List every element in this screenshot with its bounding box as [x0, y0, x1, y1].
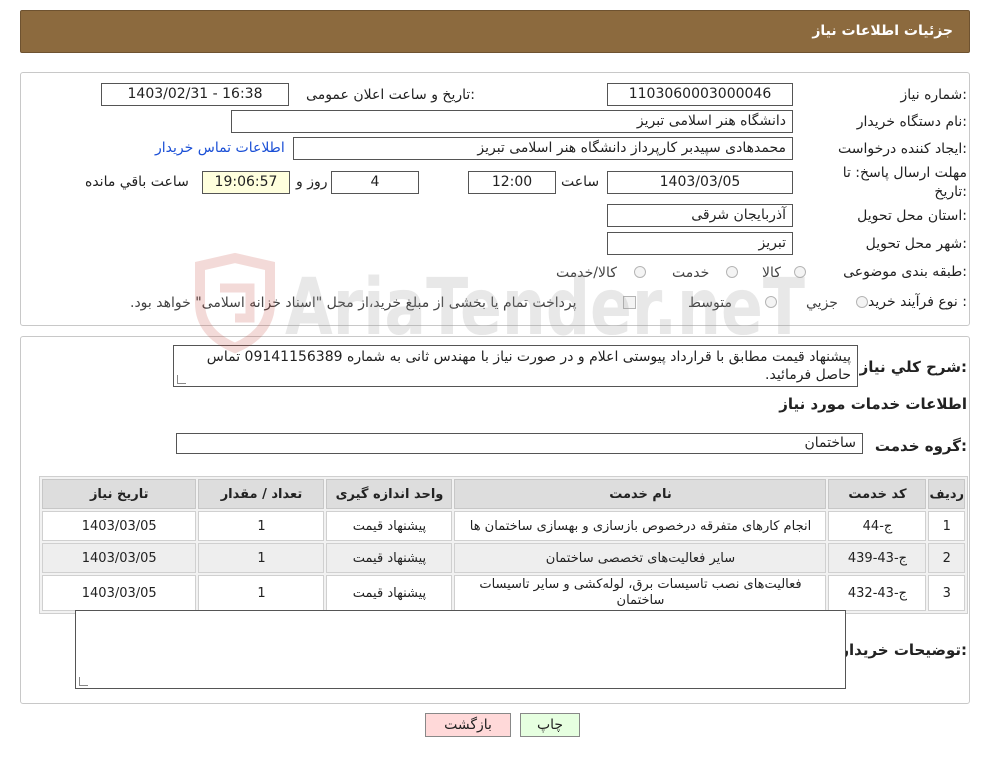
service-group-label: گروه خدمت:	[874, 437, 967, 455]
buyer-notes-label: توضیحات خریدار:	[840, 641, 967, 659]
description-textarea[interactable]: پیشنهاد قیمت مطابق با قرارداد پیوستی اعل…	[173, 345, 858, 387]
table-row: 1 ج-44 انجام کارهای متفرقه درخصوص بازساز…	[42, 511, 965, 541]
purchase-radio-medium[interactable]	[765, 296, 777, 308]
category-radio-service[interactable]	[726, 266, 738, 278]
requester-field: محمدهادی سپیدبر کارپرداز دانشگاه هنر اسل…	[293, 137, 793, 160]
category-radio-goods[interactable]	[794, 266, 806, 278]
cell-code: ج-43-439	[828, 543, 927, 573]
cell-unit: پیشنهاد قیمت	[326, 543, 453, 573]
description-label: شرح کلي نياز:	[859, 358, 967, 376]
table-row: 3 ج-43-432 فعالیت‌های نصب تاسیسات برق، ل…	[42, 575, 965, 611]
col-header-unit: واحد اندازه گیری	[326, 479, 453, 509]
description-text: پیشنهاد قیمت مطابق با قرارداد پیوستی اعل…	[206, 349, 851, 383]
deadline-label: مهلت ارسال پاسخ: تا تاریخ:	[827, 164, 967, 202]
table-row: 2 ج-43-439 سایر فعالیت‌های تخصصی ساختمان…	[42, 543, 965, 573]
category-service-label: خدمت	[672, 265, 710, 281]
category-goods-service-label: کالا/خدمت	[556, 265, 617, 281]
page-title: جزئیات اطلاعات نیاز	[812, 23, 953, 39]
cell-qty: 1	[198, 511, 325, 541]
remaining-time-label: ساعت باقي مانده	[85, 174, 189, 190]
purchase-minor-label: جزیي	[806, 295, 838, 311]
city-field: تبریز	[607, 232, 793, 255]
cell-qty: 1	[198, 543, 325, 573]
back-button[interactable]: بازگشت	[425, 713, 511, 737]
cell-date: 1403/03/05	[42, 511, 197, 541]
category-radio-goods-service[interactable]	[634, 266, 646, 278]
province-label: استان محل تحویل:	[857, 208, 967, 224]
services-table-wrap: ردیف کد خدمت نام خدمت واحد اندازه گیری ت…	[39, 476, 968, 614]
services-section-title: اطلاعات خدمات مورد نياز	[779, 395, 967, 413]
announce-label: تاریخ و ساعت اعلان عمومی:	[306, 87, 475, 103]
cell-row-num: 1	[928, 511, 965, 541]
deadline-date-field: 1403/03/05	[607, 171, 793, 194]
category-label: طبقه بندی موضوعی:	[843, 264, 967, 280]
print-button[interactable]: چاپ	[520, 713, 580, 737]
buyer-notes-textarea[interactable]	[75, 610, 846, 689]
treasury-checkbox[interactable]	[623, 296, 636, 309]
cell-qty: 1	[198, 575, 325, 611]
purchase-medium-label: متوسط	[688, 295, 732, 311]
province-field: آذربایجان شرقی	[607, 204, 793, 227]
service-group-field: ساختمان	[176, 433, 863, 454]
col-header-code: کد خدمت	[828, 479, 927, 509]
cell-date: 1403/03/05	[42, 575, 197, 611]
services-table: ردیف کد خدمت نام خدمت واحد اندازه گیری ت…	[40, 477, 967, 613]
cell-service-name: سایر فعالیت‌های تخصصی ساختمان	[454, 543, 827, 573]
announce-field: 1403/02/31 - 16:38	[101, 83, 289, 106]
need-number-field: 1103060003000046	[607, 83, 793, 106]
cell-code: ج-44	[828, 511, 927, 541]
need-number-label: شماره نیاز:	[900, 87, 967, 103]
col-header-qty: تعداد / مقدار	[198, 479, 325, 509]
cell-service-name: فعالیت‌های نصب تاسیسات برق، لوله‌کشی و س…	[454, 575, 827, 611]
requester-label: ایجاد کننده درخواست:	[838, 141, 967, 157]
col-header-row: ردیف	[928, 479, 965, 509]
buyer-contact-link[interactable]: اطلاعات تماس خریدار	[155, 140, 285, 156]
cell-code: ج-43-432	[828, 575, 927, 611]
cell-service-name: انجام کارهای متفرقه درخصوص بازسازی و بهس…	[454, 511, 827, 541]
buyer-org-label: نام دستگاه خریدار:	[856, 114, 967, 130]
col-header-date: تاریخ نیاز	[42, 479, 197, 509]
purchase-radio-minor[interactable]	[856, 296, 868, 308]
cell-date: 1403/03/05	[42, 543, 197, 573]
remaining-time-field: 19:06:57	[202, 171, 290, 194]
col-header-name: نام خدمت	[454, 479, 827, 509]
deadline-days-field: 4	[331, 171, 419, 194]
deadline-days-label: روز و	[296, 174, 328, 190]
resize-grip-icon[interactable]	[177, 375, 186, 384]
buyer-org-field: دانشگاه هنر اسلامی تبریز	[231, 110, 793, 133]
table-header-row: ردیف کد خدمت نام خدمت واحد اندازه گیری ت…	[42, 479, 965, 509]
deadline-time-field: 12:00	[468, 171, 556, 194]
cell-unit: پیشنهاد قیمت	[326, 511, 453, 541]
deadline-label-text: مهلت ارسال پاسخ: تا تاریخ:	[842, 165, 967, 200]
city-label: شهر محل تحویل:	[865, 236, 967, 252]
cell-row-num: 3	[928, 575, 965, 611]
purchase-type-label: نوع فرآیند خرید :	[868, 294, 967, 310]
page-header: جزئیات اطلاعات نیاز	[20, 10, 970, 53]
cell-row-num: 2	[928, 543, 965, 573]
deadline-time-label: ساعت	[561, 174, 600, 190]
treasury-note: پرداخت تمام یا بخشی از مبلغ خرید،از محل …	[130, 295, 577, 311]
cell-unit: پیشنهاد قیمت	[326, 575, 453, 611]
resize-grip-icon[interactable]	[79, 677, 88, 686]
category-goods-label: کالا	[762, 265, 781, 281]
